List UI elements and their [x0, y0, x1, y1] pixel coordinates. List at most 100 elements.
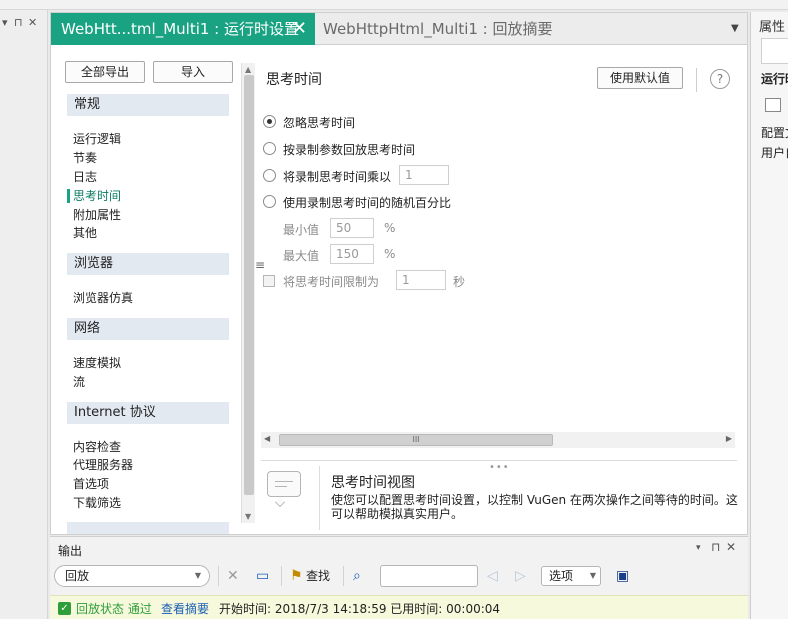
timing-info: 开始时间: 2018/7/3 14:18:59 已用时间: 00:00:04 — [219, 602, 501, 616]
close-icon[interactable]: ✕ — [28, 16, 37, 29]
import-button[interactable]: 导入 — [153, 61, 233, 83]
info-divider — [261, 460, 737, 461]
page-title: 思考时间 — [266, 72, 322, 88]
properties-title: 属性 — [759, 20, 786, 35]
save-icon[interactable]: ▣ — [616, 567, 629, 585]
radio-random-percentage[interactable] — [263, 195, 276, 208]
nav-additional-attributes[interactable]: 附加属性 — [73, 206, 121, 224]
option-label: 使用录制思考时间的随机百分比 — [283, 196, 452, 210]
tab-runtime-settings[interactable]: WebHtt...tml_Multi1 : 运行时设置 ✕ — [51, 13, 315, 45]
property-row[interactable]: 运行时 — [761, 70, 788, 87]
limit-label: 将思考时间限制为 — [283, 275, 380, 289]
output-title: 输出 — [58, 544, 83, 558]
document-tab-bar: WebHtt...tml_Multi1 : 运行时设置 ✕ WebHttpHtm… — [51, 13, 747, 45]
chevron-down-icon: ▼ — [589, 571, 596, 580]
radio-replay-as-recorded[interactable] — [263, 142, 276, 155]
top-toolbar-strip — [0, 0, 788, 10]
pin-icon[interactable]: ⊓ — [711, 540, 720, 554]
view-summary-link[interactable]: 查看摘要 — [161, 600, 209, 617]
tab-list-dropdown-icon[interactable]: ▼ — [731, 23, 739, 34]
output-panel: 输出 ▾ ⊓ ✕ 回放 ▼ ✕ ▭ ⚑ 查找 ⌕ ◁ ▷ 选项 ▼ ▣ ✓ 回放… — [50, 536, 748, 619]
settings-horizontal-scrollbar[interactable]: ◀ III ▶ — [261, 432, 735, 448]
category-internet-protocol[interactable]: Internet 协议 — [67, 402, 229, 424]
max-unit: % — [384, 247, 396, 261]
category-general[interactable]: 常规 — [67, 94, 229, 116]
resize-grip[interactable]: ••• — [489, 462, 510, 473]
info-title: 思考时间视图 — [331, 475, 415, 491]
nav-download-filters[interactable]: 下载筛选 — [73, 494, 121, 512]
close-icon[interactable]: ✕ — [726, 540, 736, 554]
find-flag-icon[interactable]: ⚑ — [290, 567, 303, 585]
nav-run-logic[interactable]: 运行逻辑 — [73, 130, 121, 148]
multiplier-field[interactable]: 1 — [399, 165, 449, 185]
select-value: 回放 — [65, 569, 90, 583]
max-label: 最大值 — [283, 249, 320, 263]
toolbar-divider — [218, 566, 219, 586]
nav-miscellaneous[interactable]: 其他 — [73, 224, 97, 242]
category-next — [67, 522, 229, 534]
output-source-select[interactable]: 回放 ▼ — [54, 565, 210, 587]
nav-content-check[interactable]: 内容检查 — [73, 438, 121, 456]
nav-speed-simulation[interactable]: 速度模拟 — [73, 354, 121, 372]
toolbar-divider — [696, 68, 697, 92]
export-all-button[interactable]: 全部导出 — [65, 61, 145, 83]
min-percent-field[interactable]: 50 — [330, 218, 374, 238]
scroll-down-icon[interactable]: ▼ — [245, 512, 251, 521]
limit-think-time-checkbox[interactable] — [263, 275, 275, 287]
option-label: 按录制参数回放思考时间 — [283, 143, 416, 157]
comment-icon — [267, 471, 301, 508]
options-button[interactable]: 选项 ▼ — [541, 566, 601, 586]
property-row[interactable]: 用户自 — [761, 144, 788, 161]
find-button[interactable]: 查找 — [306, 567, 330, 585]
toolbar-divider — [281, 566, 282, 586]
category-network[interactable]: 网络 — [67, 318, 229, 340]
scrollbar-thumb[interactable] — [244, 75, 254, 495]
categorized-view-icon[interactable] — [765, 98, 781, 112]
nav-preferences[interactable]: 首选项 — [73, 475, 109, 493]
options-label: 选项 — [549, 569, 574, 583]
nav-pacing[interactable]: 节奏 — [73, 149, 97, 167]
pin-icon[interactable]: ⊓ — [14, 16, 23, 29]
nav-log[interactable]: 日志 — [73, 168, 97, 186]
limit-seconds-field[interactable]: 1 — [396, 270, 446, 290]
replay-status-bar: ✓ 回放状态 通过 查看摘要 开始时间: 2018/7/3 14:18:59 已… — [50, 595, 748, 619]
replay-status-label: 回放状态 通过 — [76, 602, 152, 616]
nav-streaming[interactable]: 流 — [73, 373, 85, 391]
tab-close-icon[interactable]: ✕ — [292, 13, 307, 45]
use-default-button[interactable]: 使用默认值 — [597, 67, 683, 89]
tab-replay-summary[interactable]: WebHttpHtml_Multi1 : 回放摘要 — [323, 13, 553, 45]
min-unit: % — [384, 221, 396, 235]
min-label: 最小值 — [283, 223, 320, 237]
panel-splitter-grip[interactable]: ≡ — [255, 258, 265, 272]
option-label: 忽略思考时间 — [283, 116, 356, 130]
properties-tab[interactable] — [761, 38, 788, 64]
nav-think-time[interactable]: 思考时间 — [73, 187, 121, 205]
search-icon[interactable]: ⌕ — [353, 567, 361, 585]
nav-proxy[interactable]: 代理服务器 — [73, 456, 133, 474]
scroll-up-icon[interactable]: ▲ — [245, 65, 251, 74]
option-label: 将录制思考时间乘以 — [283, 170, 392, 184]
nav-browser-emulation[interactable]: 浏览器仿真 — [73, 289, 133, 307]
property-row[interactable]: 配置文 — [761, 124, 788, 141]
category-scrollbar[interactable]: ▲ ▼ — [241, 63, 255, 523]
scrollbar-thumb[interactable]: III — [279, 434, 553, 446]
radio-multiply-think-time[interactable] — [263, 169, 276, 182]
previous-result-icon[interactable]: ◁ — [487, 567, 498, 585]
chevron-down-icon: ▼ — [194, 571, 201, 580]
info-description: 使您可以配置思考时间设置，以控制 VuGen 在两次操作之间等待的时间。这可以帮… — [331, 493, 738, 521]
help-icon[interactable]: ? — [710, 69, 730, 89]
next-result-icon[interactable]: ▷ — [515, 567, 526, 585]
scroll-right-icon[interactable]: ▶ — [726, 434, 732, 443]
search-input[interactable] — [380, 565, 478, 587]
info-separator — [319, 466, 320, 530]
clear-icon[interactable]: ✕ — [227, 567, 239, 585]
dropdown-icon[interactable]: ▾ — [2, 16, 8, 29]
radio-ignore-think-time[interactable] — [263, 115, 276, 128]
limit-unit: 秒 — [453, 275, 466, 289]
wrap-text-icon[interactable]: ▭ — [256, 567, 269, 585]
category-browser[interactable]: 浏览器 — [67, 253, 229, 275]
selection-indicator — [67, 189, 70, 203]
dropdown-icon[interactable]: ▾ — [696, 543, 701, 553]
max-percent-field[interactable]: 150 — [330, 244, 374, 264]
scroll-left-icon[interactable]: ◀ — [264, 434, 270, 443]
